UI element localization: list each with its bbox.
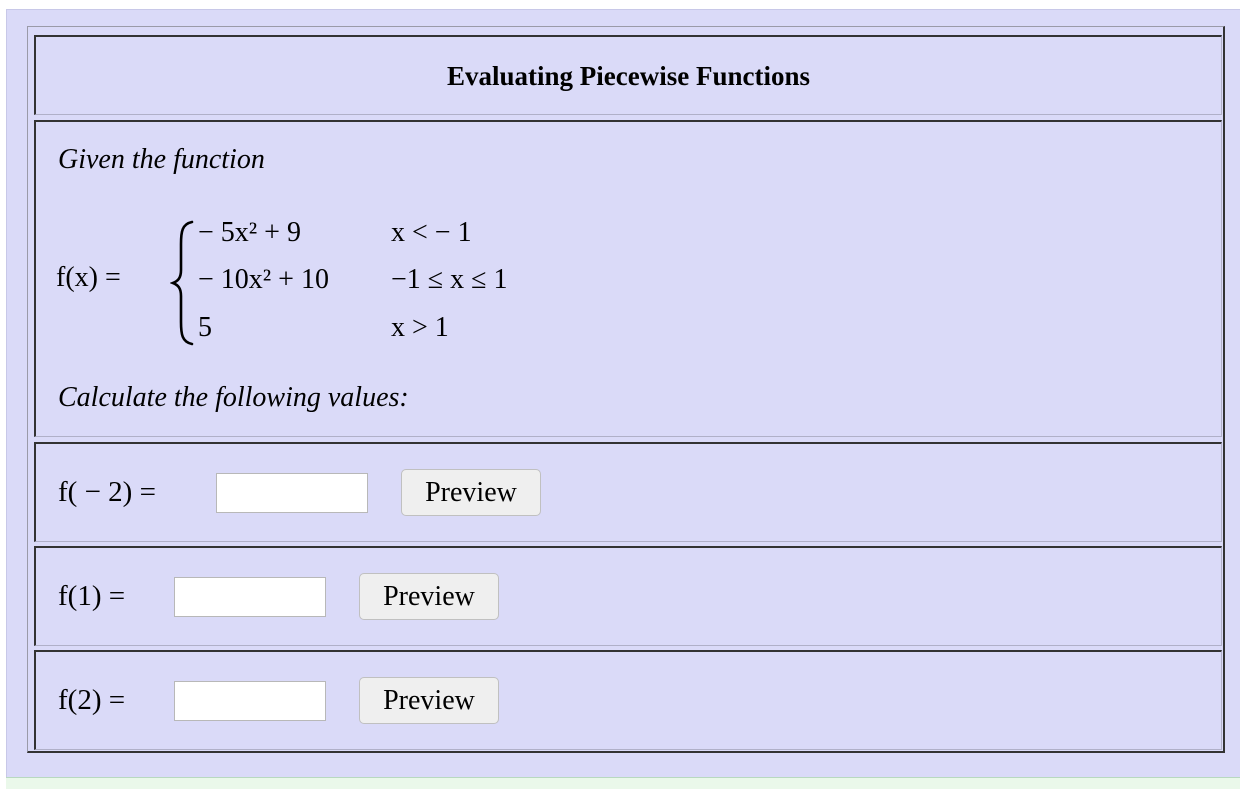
case-2-condition: −1 ≤ x ≤ 1 — [391, 264, 508, 295]
answer-input-3[interactable] — [174, 681, 326, 721]
title-cell: Evaluating Piecewise Functions — [34, 35, 1222, 115]
case-3-condition: x > 1 — [391, 312, 449, 343]
question-row-2: f(1) = Preview — [34, 546, 1222, 646]
question-row-1: f( − 2) = Preview — [34, 442, 1222, 542]
answer-input-2[interactable] — [174, 577, 326, 617]
question-3-label: f(2) = — [58, 684, 126, 716]
question-row-3: f(2) = Preview — [34, 650, 1222, 750]
answer-input-1[interactable] — [216, 473, 368, 513]
preview-button-2[interactable]: Preview — [359, 573, 499, 620]
problem-statement: Given the function f(x) = − 5x² + 9 x < … — [34, 120, 1222, 437]
preview-button-3[interactable]: Preview — [359, 677, 499, 724]
question-2-label: f(1) = — [58, 580, 126, 612]
function-name: f(x) = — [56, 262, 121, 293]
case-1-expression: − 5x² + 9 — [198, 217, 301, 248]
case-2-expression: − 10x² + 10 — [198, 264, 329, 295]
prompt-text: Calculate the following values: — [58, 382, 409, 413]
intro-text: Given the function — [58, 144, 265, 175]
question-1-label: f( − 2) = — [58, 476, 156, 508]
case-3-expression: 5 — [198, 312, 212, 343]
left-brace-icon — [170, 220, 194, 346]
bottom-strip — [6, 777, 1240, 789]
preview-button-1[interactable]: Preview — [401, 469, 541, 516]
case-1-condition: x < − 1 — [391, 217, 472, 248]
page-title: Evaluating Piecewise Functions — [447, 61, 810, 91]
